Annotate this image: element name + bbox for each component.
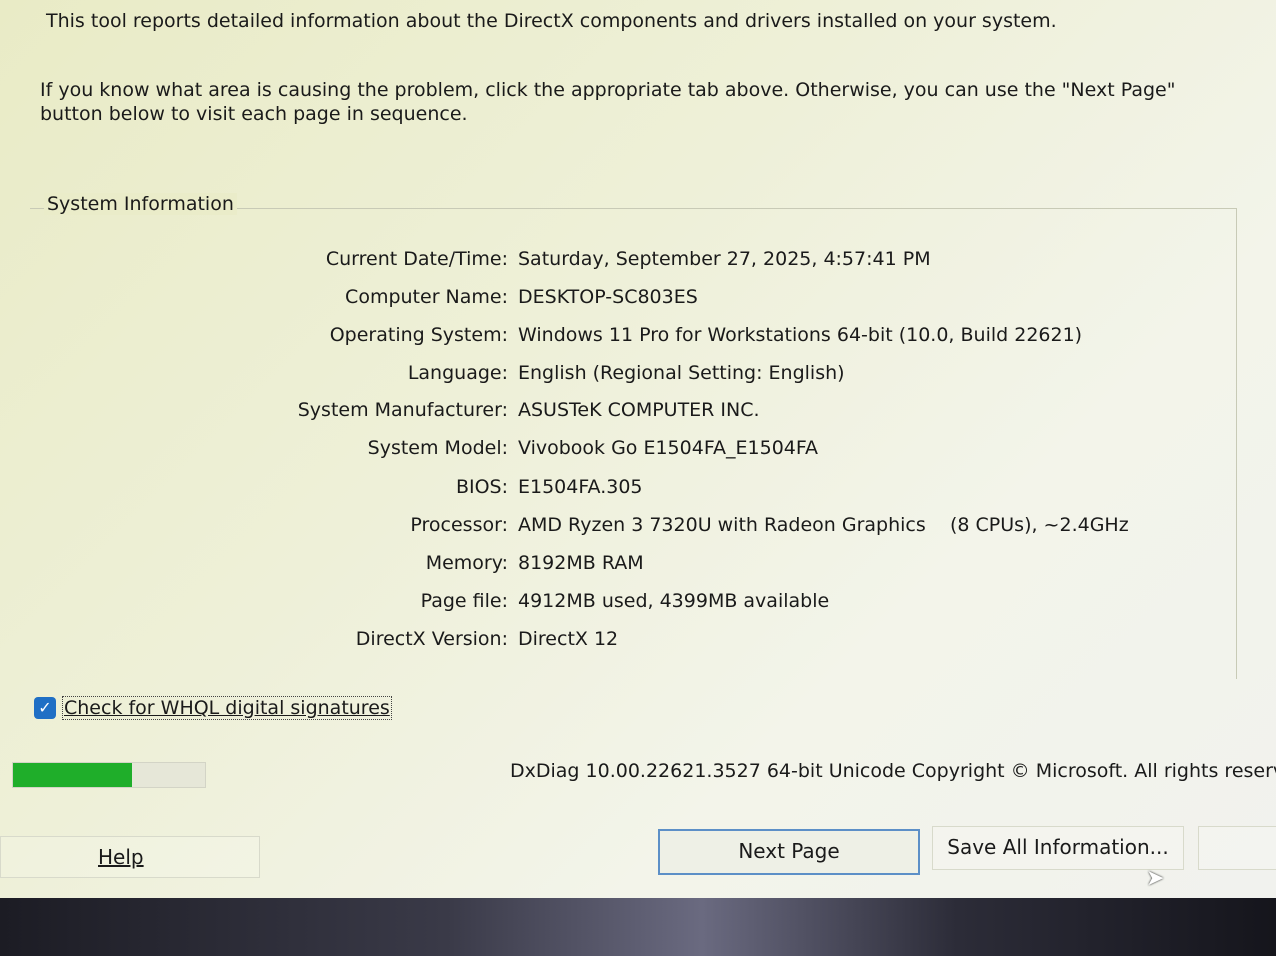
intro-text-1: This tool reports detailed information a… [46,10,1057,32]
system-info-row: Operating System: Windows 11 Pro for Work… [0,324,1082,350]
system-info-value: 4912MB used, 4399MB available [518,590,830,612]
next-page-button[interactable]: Next Page [658,829,920,875]
system-info-value: 8192MB RAM [518,552,644,574]
desktop-background [0,898,1276,956]
system-info-value: Windows 11 Pro for Workstations 64-bit (… [518,324,1083,346]
system-info-row: DirectX Version: DirectX 12 [0,628,618,654]
exit-button-partial[interactable] [1198,826,1276,870]
system-info-label: BIOS: [455,476,508,498]
system-info-row: Processor: AMD Ryzen 3 7320U with Radeon … [0,514,1128,540]
system-info-label: Computer Name: [345,286,508,308]
system-info-row: Language: English (Regional Setting: Engl… [0,362,845,388]
system-info-row: Memory: 8192MB RAM [0,552,644,578]
system-info-label: Current Date/Time: [325,248,508,270]
system-info-extra: (8 CPUs), ~2.4GHz [950,514,1129,536]
system-info-label: System Manufacturer: [297,399,508,421]
progress-bar-fill [13,763,133,787]
system-info-value: ASUSTeK COMPUTER INC. [518,399,760,421]
next-page-button-label: Next Page [738,839,840,863]
system-info-row: Computer Name: DESKTOP-SC803ES [0,286,698,312]
system-info-value: DirectX 12 [518,628,619,650]
save-all-button-label: Save All Information... [947,835,1169,859]
system-info-label: Page file: [420,590,508,612]
system-info-value: E1504FA.305 [518,476,643,498]
system-info-value: AMD Ryzen 3 7320U with Radeon Graphics [518,514,926,536]
system-info-label: Language: [407,362,508,384]
system-info-label: Processor: [410,514,508,536]
help-button[interactable]: Help [0,836,260,878]
system-info-value: DESKTOP-SC803ES [518,286,698,308]
system-info-value: English (Regional Setting: English) [518,362,845,384]
system-info-label: Memory: [425,552,508,574]
whql-checkbox-label[interactable]: Check for WHQL digital signatures [62,696,392,720]
dxdiag-window: This tool reports detailed information a… [0,0,1276,898]
progress-bar [12,762,206,788]
system-info-row: Page file: 4912MB used, 4399MB available [0,590,830,616]
system-info-row: BIOS: E1504FA.305 [0,476,643,502]
mouse-pointer-icon: ➤ [1146,866,1165,891]
system-info-row: Current Date/Time: Saturday, September 27… [0,248,931,274]
check-icon: ✓ [38,698,52,717]
system-info-value: Saturday, September 27, 2025, 4:57:41 PM [518,248,931,270]
copyright-status: DxDiag 10.00.22621.3527 64-bit Unicode C… [510,760,1276,782]
help-button-label: Help [98,845,144,869]
system-info-label: DirectX Version: [355,628,508,650]
whql-checkbox[interactable]: ✓ [34,697,56,719]
intro-text-2: If you know what area is causing the pro… [40,79,1176,125]
system-info-row: System Model: Vivobook Go E1504FA_E1504FA [0,437,818,463]
system-info-label: Operating System: [329,324,508,346]
save-all-information-button[interactable]: Save All Information... [932,826,1184,870]
system-info-value: Vivobook Go E1504FA_E1504FA [518,437,819,459]
system-info-label: System Model: [367,437,508,459]
system-information-title: System Information [44,193,237,215]
system-info-row: System Manufacturer: ASUSTeK COMPUTER INC… [0,399,760,425]
